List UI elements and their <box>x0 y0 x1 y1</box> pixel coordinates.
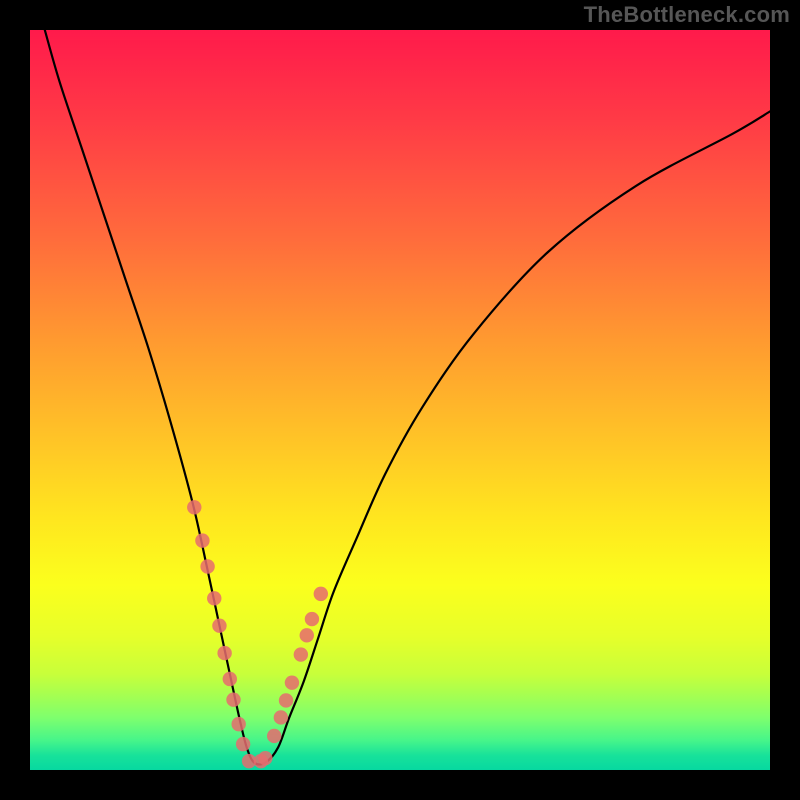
bottleneck-curve <box>45 30 770 764</box>
marker-dot <box>274 710 288 724</box>
marker-dot <box>226 693 240 707</box>
marker-dot <box>207 591 221 605</box>
watermark-text: TheBottleneck.com <box>584 2 790 28</box>
marker-dot <box>231 717 245 731</box>
marker-dot <box>217 646 231 660</box>
marker-dot <box>300 628 314 642</box>
marker-dot <box>294 647 308 661</box>
plot-area <box>30 30 770 770</box>
marker-dot <box>223 672 237 686</box>
marker-dot <box>279 693 293 707</box>
marker-dot <box>285 675 299 689</box>
curve-layer <box>30 30 770 770</box>
marker-dot <box>212 619 226 633</box>
marker-dot <box>200 559 214 573</box>
marker-dot <box>195 533 209 547</box>
chart-stage: TheBottleneck.com <box>0 0 800 800</box>
marker-dot <box>267 729 281 743</box>
marker-dot <box>236 737 250 751</box>
marker-group <box>187 500 328 768</box>
marker-dot <box>258 751 272 765</box>
marker-dot <box>187 500 201 514</box>
marker-dot <box>305 612 319 626</box>
marker-dot <box>314 587 328 601</box>
